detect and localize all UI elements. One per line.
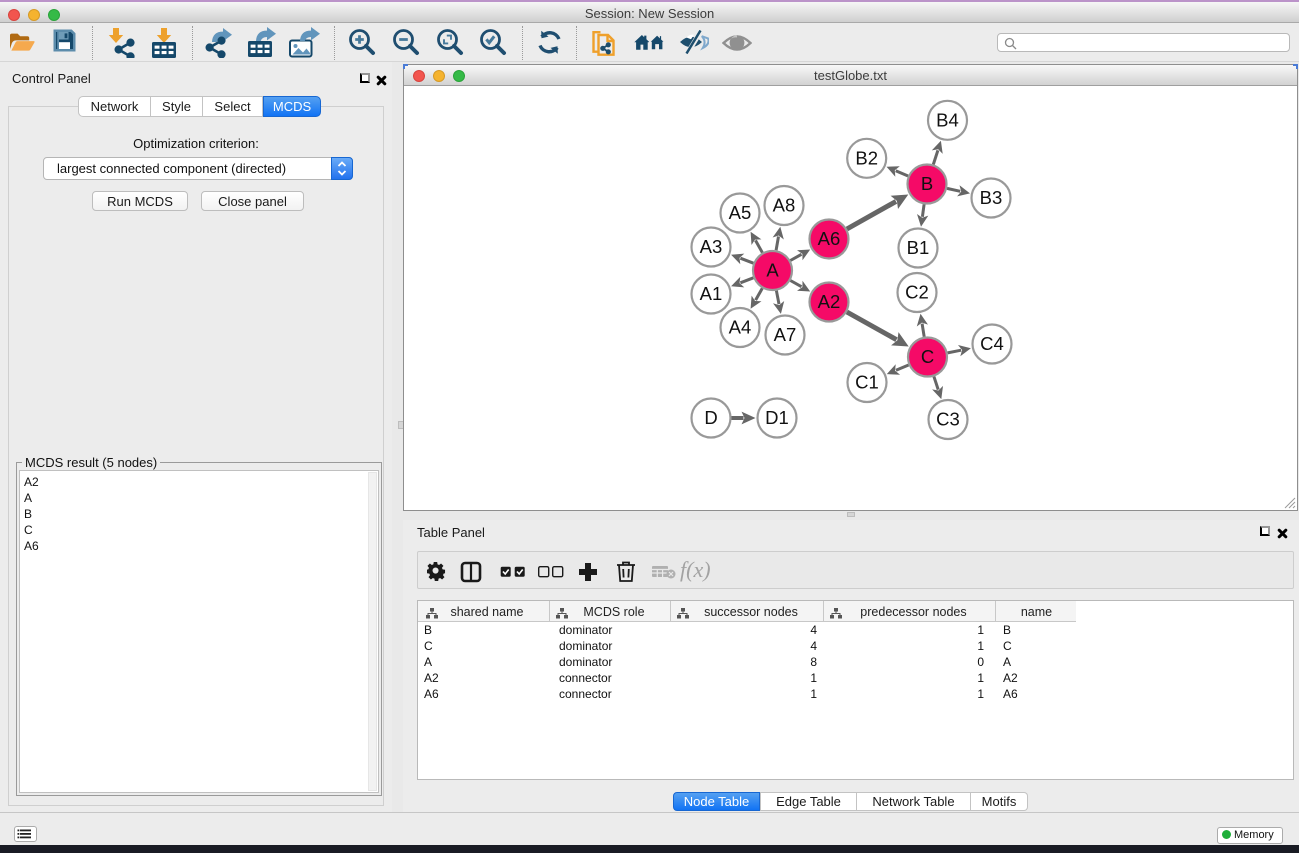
svg-text:B: B (921, 173, 933, 194)
svg-text:A5: A5 (729, 202, 752, 223)
svg-text:A2: A2 (818, 291, 841, 312)
svg-text:B2: B2 (855, 147, 878, 168)
svg-text:A6: A6 (818, 228, 841, 249)
svg-text:B3: B3 (980, 187, 1003, 208)
svg-text:A4: A4 (729, 317, 752, 338)
svg-text:C: C (921, 346, 934, 367)
svg-text:A: A (766, 260, 779, 281)
svg-text:B1: B1 (907, 237, 930, 258)
svg-text:C1: C1 (855, 372, 879, 393)
svg-text:A8: A8 (773, 195, 796, 216)
svg-text:A1: A1 (700, 283, 723, 304)
svg-text:B4: B4 (936, 109, 959, 130)
svg-text:C4: C4 (980, 333, 1004, 354)
svg-text:C2: C2 (905, 282, 929, 303)
svg-text:D: D (704, 407, 717, 428)
svg-text:A3: A3 (700, 236, 723, 257)
svg-text:C3: C3 (936, 409, 960, 430)
svg-text:A7: A7 (774, 324, 797, 345)
svg-text:D1: D1 (765, 407, 789, 428)
